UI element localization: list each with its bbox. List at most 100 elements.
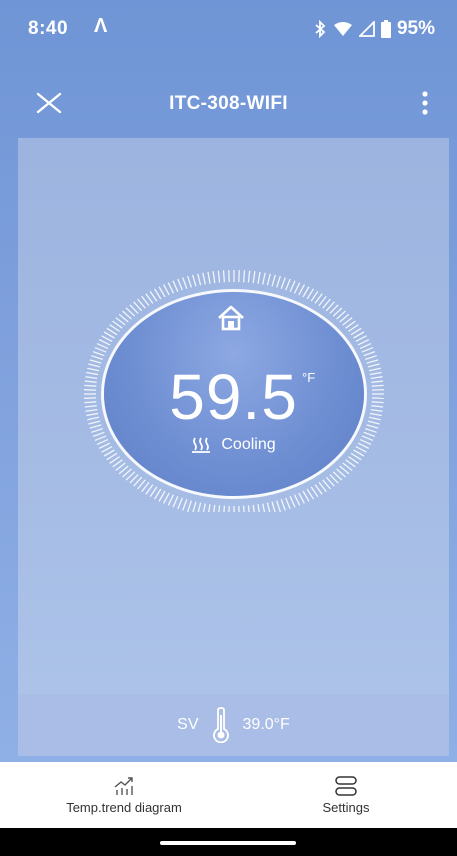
dial-tick xyxy=(217,270,221,283)
dial-tick xyxy=(158,286,166,298)
dial-tick xyxy=(192,274,197,287)
temperature-unit: °F xyxy=(302,370,316,385)
dial-tick xyxy=(187,275,192,288)
dial-tick xyxy=(222,270,226,283)
app-bar: ITC-308-WIFI xyxy=(0,80,457,128)
battery-percent: 95% xyxy=(396,18,435,39)
dial-tick xyxy=(149,486,158,498)
status-time: 8:40 xyxy=(28,18,69,39)
dial-tick xyxy=(218,505,221,512)
dial-tick xyxy=(361,346,374,353)
gesture-bar xyxy=(0,828,457,856)
dial-tick xyxy=(280,277,286,289)
dial-tick xyxy=(197,502,202,512)
dial-tick xyxy=(365,355,377,361)
dial-tick xyxy=(96,342,109,350)
dial-tick xyxy=(310,486,319,498)
dial-tick xyxy=(192,501,197,512)
dial-tick xyxy=(302,286,310,298)
dial-tick xyxy=(91,355,103,361)
dial-tick xyxy=(202,272,206,285)
mode-indicator: Cooling xyxy=(18,436,449,454)
home-gesture-handle[interactable] xyxy=(160,841,296,845)
dial-tick xyxy=(167,494,175,506)
dial-tick xyxy=(163,284,170,296)
dial-tick xyxy=(276,275,281,288)
sv-value: 39.0°F xyxy=(242,716,290,733)
dial-tick xyxy=(145,484,154,495)
dial-tick xyxy=(213,504,216,512)
dial-tick xyxy=(187,500,192,512)
nav-settings[interactable]: Settings xyxy=(246,762,446,828)
settings-toggle-icon xyxy=(335,776,357,796)
dial-tick xyxy=(266,273,271,286)
dial-tick xyxy=(293,282,301,294)
status-bar: 8:40 Λ 95% xyxy=(0,0,457,58)
dial-tick xyxy=(285,278,291,291)
more-vert-icon[interactable] xyxy=(415,86,435,120)
dial-tick xyxy=(172,280,179,292)
heat-waves-icon xyxy=(192,437,211,453)
dial-tick xyxy=(252,504,255,512)
dial-tick xyxy=(182,499,188,511)
dial-tick xyxy=(153,288,162,300)
thermostat-panel: 59.5 °F Cooling SV 39.0°F xyxy=(18,138,449,756)
dial-tick xyxy=(298,492,305,504)
dial-tick xyxy=(266,502,271,512)
battery-icon xyxy=(380,20,391,38)
dial-tick xyxy=(197,273,202,286)
dial-tick xyxy=(262,503,266,512)
dial-tick xyxy=(306,488,315,500)
dial-tick xyxy=(298,284,305,296)
dial-tick xyxy=(158,490,166,502)
wifi-icon xyxy=(333,22,352,36)
dial-tick xyxy=(285,497,291,510)
set-value-bar[interactable]: SV 39.0°F xyxy=(18,694,449,756)
dial-tick xyxy=(208,504,211,512)
dial-tick xyxy=(167,282,175,294)
current-temperature: 59.5 xyxy=(169,361,298,433)
dial-tick xyxy=(177,497,183,510)
home-icon xyxy=(218,305,244,331)
dial-tick xyxy=(310,290,319,302)
dial-tick xyxy=(293,494,301,506)
dial-tick xyxy=(247,270,251,283)
nav-temp-trend[interactable]: Temp.trend diagram xyxy=(24,762,224,828)
sv-label: SV xyxy=(177,716,199,733)
dial-tick xyxy=(223,505,226,512)
dial-tick xyxy=(363,350,376,357)
dial-tick xyxy=(314,484,323,495)
bluetooth-icon xyxy=(315,20,326,38)
status-icons: 95% xyxy=(313,18,435,40)
dial-tick xyxy=(202,503,206,512)
dial-tick xyxy=(177,278,183,291)
dial-tick xyxy=(149,290,158,302)
dial-tick xyxy=(98,339,111,346)
dial-tick xyxy=(280,499,286,511)
dial-tick xyxy=(252,271,256,284)
dial-tick xyxy=(247,505,250,512)
dial-tick xyxy=(314,293,323,304)
dial-tick xyxy=(242,505,245,512)
dial-tick xyxy=(353,331,365,339)
dial-tick xyxy=(257,504,260,512)
dial-tick xyxy=(153,488,162,500)
dial-tick xyxy=(271,274,276,287)
dial-tick xyxy=(242,270,246,283)
nav-temp-trend-label: Temp.trend diagram xyxy=(66,800,182,815)
dial-tick xyxy=(257,271,261,284)
page-title: ITC-308-WIFI xyxy=(169,93,288,114)
nav-settings-label: Settings xyxy=(322,800,370,815)
dial-tick xyxy=(182,277,188,289)
dial-tick xyxy=(262,272,266,285)
mode-label: Cooling xyxy=(221,436,276,453)
dial-tick xyxy=(359,342,372,350)
dial-tick xyxy=(302,490,310,502)
dial-tick xyxy=(92,350,105,357)
trend-chart-icon xyxy=(114,777,133,795)
dial-tick xyxy=(271,501,276,512)
dial-tick xyxy=(357,339,370,346)
dial-tick xyxy=(101,335,113,342)
dial-tick xyxy=(306,288,315,300)
dial-tick xyxy=(276,500,281,512)
